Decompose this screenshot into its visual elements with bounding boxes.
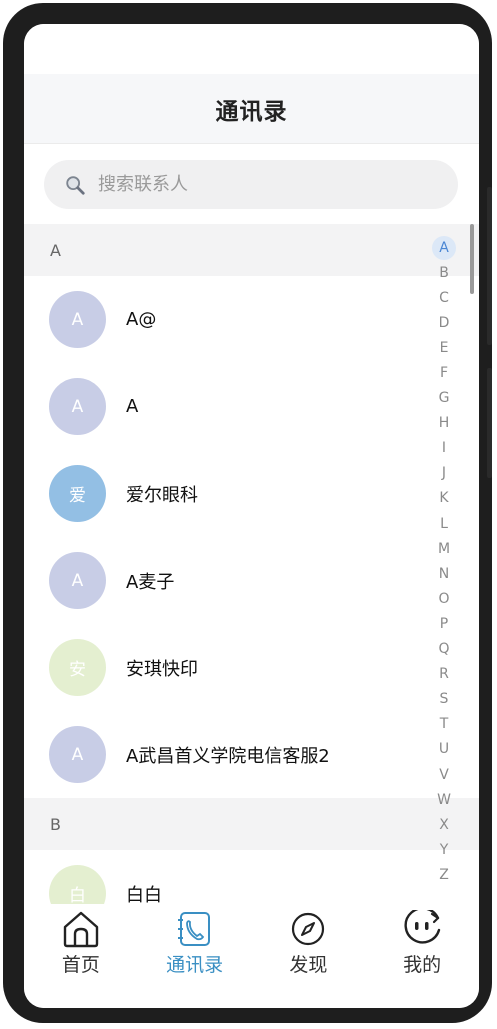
tab-label: 我的	[403, 954, 442, 976]
tab-label: 通讯录	[166, 954, 224, 976]
page-title: 通讯录	[215, 98, 288, 125]
contact-name: 爱尔眼科	[126, 484, 198, 506]
alphabet-index-letter[interactable]: Q	[431, 637, 457, 662]
contacts-icon	[177, 912, 210, 946]
avatar: 爱	[49, 465, 106, 522]
alphabet-index-letter[interactable]: Z	[431, 862, 457, 887]
alphabet-index-letter[interactable]: E	[431, 335, 457, 360]
contact-row[interactable]: A A武昌首义学院电信客服2	[24, 711, 479, 798]
screen: 通讯录 AAA@AA爱爱尔眼科AA麦子安安琪快印AA武昌首义学院电信客服2B白白…	[24, 24, 479, 1008]
alphabet-index-letter[interactable]: F	[431, 360, 457, 385]
alphabet-index-letter[interactable]: X	[431, 812, 457, 837]
contact-row[interactable]: 白白白	[24, 850, 479, 904]
alphabet-index-letter[interactable]: Y	[431, 837, 457, 862]
alphabet-index-letter[interactable]: B	[431, 260, 457, 285]
contact-row[interactable]: A A@	[24, 276, 479, 363]
alphabet-index-letter[interactable]: U	[431, 737, 457, 762]
page-header: 通讯录	[24, 74, 479, 144]
alphabet-index-letter[interactable]: N	[431, 561, 457, 586]
search-box[interactable]	[44, 160, 458, 209]
alphabet-index-letter[interactable]: O	[431, 586, 457, 611]
power-button	[487, 368, 492, 478]
search-input[interactable]	[98, 174, 398, 195]
alphabet-index-letter[interactable]: S	[431, 687, 457, 712]
contact-name: 白白	[126, 884, 162, 905]
profile-face-icon	[404, 910, 441, 944]
tab-discover[interactable]: 发现	[252, 904, 366, 1008]
alphabet-index-letter[interactable]: C	[431, 285, 457, 310]
contact-name: A武昌首义学院电信客服2	[126, 745, 330, 767]
alphabet-index-letter[interactable]: H	[431, 411, 457, 436]
tab-bar: 首页 通讯录 发现 我的	[24, 904, 479, 1008]
home-icon	[63, 911, 99, 948]
alphabet-index-letter[interactable]: D	[431, 310, 457, 335]
alphabet-index-letter[interactable]: R	[431, 662, 457, 687]
contact-row[interactable]: A A麦子	[24, 537, 479, 624]
tab-me[interactable]: 我的	[365, 904, 479, 1008]
alphabet-index-letter[interactable]: P	[431, 611, 457, 636]
avatar: A	[49, 726, 106, 783]
section-header: A	[24, 224, 479, 276]
volume-button	[487, 187, 492, 345]
alphabet-index-letter[interactable]: J	[431, 461, 457, 486]
alphabet-index-letter[interactable]: A	[431, 235, 457, 260]
section-header: B	[24, 798, 479, 850]
avatar: A	[49, 291, 106, 348]
alphabet-index-letter[interactable]: L	[431, 511, 457, 536]
contact-list[interactable]: A A A@ A A 爱爱尔眼科 A A麦子安安琪快印 A A武昌首义学院电信客服2 B 白白白	[24, 224, 479, 904]
contact-row[interactable]: 爱爱尔眼科	[24, 450, 479, 537]
tab-contacts[interactable]: 通讯录	[138, 904, 252, 1008]
contact-row[interactable]: 安安琪快印	[24, 624, 479, 711]
alphabet-index[interactable]: ABCDEFGHIJKLMNOPQRSTUVWXYZ	[430, 235, 458, 905]
avatar: 安	[49, 639, 106, 696]
avatar: A	[49, 378, 106, 435]
alphabet-index-letter[interactable]: I	[431, 436, 457, 461]
alphabet-index-letter[interactable]: M	[431, 536, 457, 561]
avatar: A	[49, 552, 106, 609]
scroll-indicator[interactable]	[470, 224, 474, 294]
search-icon	[66, 175, 85, 195]
contact-name: A@	[126, 309, 157, 330]
compass-icon	[292, 912, 325, 946]
status-bar	[24, 24, 479, 74]
device-frame: 通讯录 AAA@AA爱爱尔眼科AA麦子安安琪快印AA武昌首义学院电信客服2B白白…	[3, 3, 492, 1023]
alphabet-index-letter[interactable]: K	[431, 486, 457, 511]
contact-name: A麦子	[126, 571, 175, 593]
alphabet-index-letter[interactable]: T	[431, 712, 457, 737]
contact-name: 安琪快印	[126, 658, 198, 680]
search-area	[24, 145, 479, 224]
tab-label: 首页	[61, 954, 100, 976]
contact-row[interactable]: AA	[24, 363, 479, 450]
alphabet-index-letter[interactable]: G	[431, 386, 457, 411]
tab-home[interactable]: 首页	[24, 904, 138, 1008]
contact-name: A	[126, 396, 139, 417]
alphabet-index-letter[interactable]: W	[431, 787, 457, 812]
tab-label: 发现	[289, 954, 328, 976]
avatar: 白	[49, 865, 106, 904]
alphabet-index-letter[interactable]: V	[431, 762, 457, 787]
